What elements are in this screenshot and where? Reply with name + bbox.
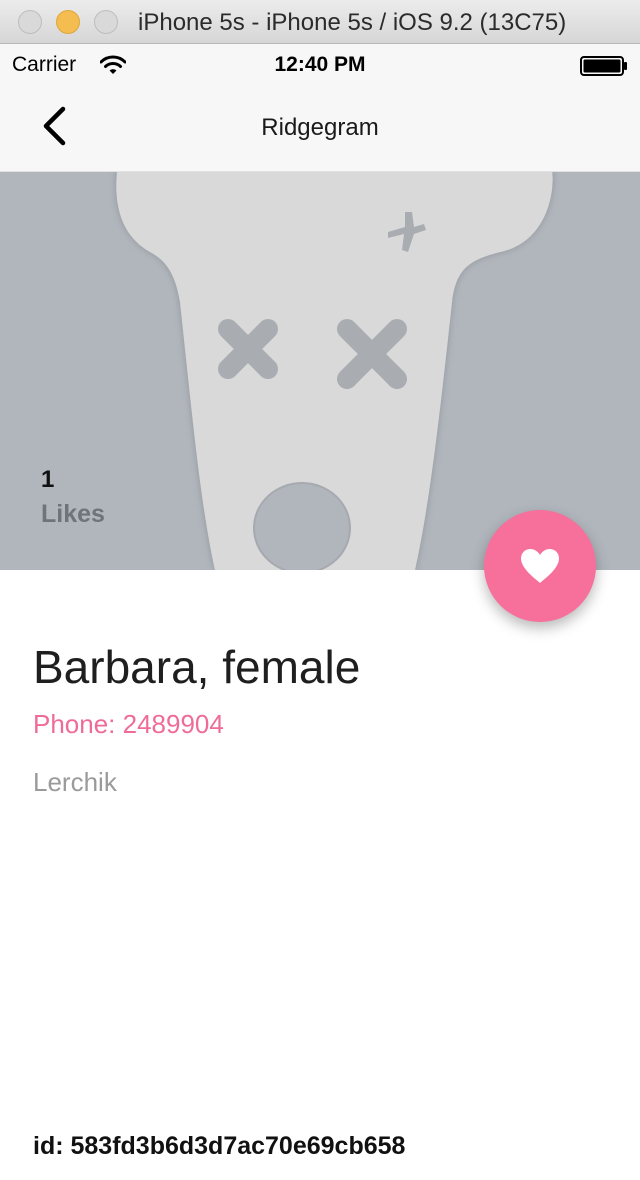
like-button[interactable] — [484, 510, 596, 622]
profile-city: Lerchik — [33, 767, 117, 797]
battery-full-icon — [580, 56, 627, 76]
page-title: Ridgegram — [261, 114, 379, 141]
profile-phone[interactable]: Phone: 2489904 — [33, 709, 224, 740]
simulator-titlebar: iPhone 5s - iPhone 5s / iOS 9.2 (13C75) — [0, 0, 640, 44]
likes-count: 1 — [41, 466, 55, 493]
window-zoom-button[interactable] — [94, 10, 118, 34]
window-close-button[interactable] — [18, 10, 42, 34]
window-title: iPhone 5s - iPhone 5s / iOS 9.2 (13C75) — [138, 9, 567, 36]
likes-label: Likes — [41, 500, 105, 528]
navigation-bar: Ridgegram — [0, 84, 640, 172]
profile-name: Barbara, female — [33, 641, 361, 693]
status-bar: Carrier 12:40 PM — [0, 44, 640, 84]
clock: 12:40 PM — [274, 53, 366, 76]
heart-icon — [521, 549, 559, 583]
profile-id: id: 583fd3b6d3d7ac70e69cb658 — [33, 1132, 406, 1160]
window-minimize-button[interactable] — [56, 10, 80, 34]
